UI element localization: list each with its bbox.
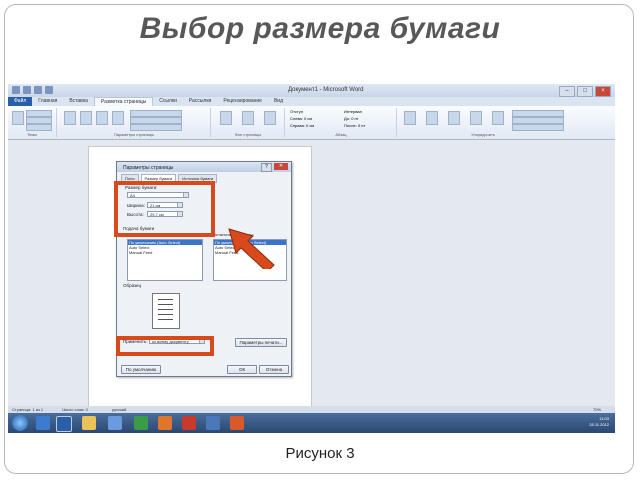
effects-icon[interactable] [26, 124, 52, 131]
group-label-themes: Темы [26, 132, 38, 137]
excel-icon[interactable] [134, 416, 148, 430]
ribbon: Темы Параметры страницы Фон страницы Отс… [8, 106, 615, 140]
ribbon-tabs: Файл Главная Вставка Разметка страницы С… [8, 97, 615, 106]
word-doc-icon[interactable] [206, 416, 220, 430]
list-item[interactable]: Manual Feed [128, 250, 202, 255]
group-arrange: Упорядочить [398, 108, 568, 137]
group-page-setup: Параметры страницы [58, 108, 211, 137]
word-icon[interactable] [12, 86, 20, 94]
zoom-level[interactable]: 70% [593, 407, 601, 412]
powerpoint-icon[interactable] [230, 416, 244, 430]
breaks-icon[interactable] [130, 110, 182, 117]
spacing-label: Интервал [344, 109, 362, 114]
group-label-page-setup: Параметры страницы [113, 132, 155, 137]
bring-forward-icon[interactable] [448, 111, 460, 125]
status-bar: Страница: 1 из 1 Число слов: 0 русский 7… [8, 406, 615, 413]
tab-references[interactable]: Ссылки [153, 97, 183, 106]
undo-icon[interactable] [34, 86, 42, 94]
colors-icon[interactable] [26, 110, 52, 117]
size-icon[interactable] [96, 111, 108, 125]
wrap-text-icon[interactable] [426, 111, 438, 125]
fonts-icon[interactable] [26, 117, 52, 124]
tab-insert[interactable]: Вставка [63, 97, 94, 106]
word-count: Число слов: 0 [62, 407, 88, 412]
firefox-icon[interactable] [158, 416, 172, 430]
group-label-page-background: Фон страницы [234, 132, 262, 137]
app-icon[interactable] [182, 416, 196, 430]
folder-icon[interactable] [82, 416, 96, 430]
orientation-icon[interactable] [80, 111, 92, 125]
word-screenshot: Документ1 - Microsoft Word – □ × Файл Гл… [8, 84, 615, 433]
align-icon[interactable] [512, 110, 564, 117]
window-titlebar: Документ1 - Microsoft Word – □ × [8, 84, 615, 97]
minimize-button[interactable]: – [559, 86, 575, 97]
themes-icon[interactable] [12, 111, 24, 125]
dialog-close-button[interactable]: ✕ [274, 163, 288, 170]
position-icon[interactable] [404, 111, 416, 125]
group-label-paragraph: Абзац [335, 132, 347, 137]
tab-page-layout[interactable]: Разметка страницы [93, 97, 154, 106]
first-page-list[interactable]: По умолчанию (Auto Select) Auto Select M… [127, 239, 203, 281]
group-page-background: Фон страницы [212, 108, 285, 137]
page-color-icon[interactable] [242, 111, 254, 125]
spacing-before[interactable]: До: 0 пт [344, 116, 359, 121]
tab-review[interactable]: Рецензирование [217, 97, 268, 106]
set-default-button[interactable]: По умолчанию [121, 365, 161, 374]
preview-label: Образец [123, 283, 142, 288]
cancel-button[interactable]: Отмена [259, 365, 289, 374]
slide-title: Выбор размера бумаги [139, 12, 501, 45]
tab-view[interactable]: Вид [268, 97, 289, 106]
indent-right[interactable]: Справа: 0 см [290, 123, 314, 128]
dialog-title: Параметры страницы [123, 165, 174, 171]
group-paragraph: Отступ Слева: 0 см Справа: 0 см Интервал… [286, 108, 397, 137]
paper-size-highlight [114, 181, 215, 237]
close-button[interactable]: × [595, 86, 611, 97]
start-button[interactable] [12, 415, 28, 431]
columns-icon[interactable] [112, 111, 124, 125]
language-indicator[interactable]: русский [112, 407, 126, 412]
tab-file[interactable]: Файл [8, 97, 33, 106]
system-clock[interactable]: 11:03 28.11.2012 [589, 416, 609, 428]
maximize-button[interactable]: □ [577, 86, 593, 97]
group-label-arrange: Упорядочить [471, 132, 495, 137]
dialog-titlebar: Параметры страницы ? ✕ [117, 162, 291, 172]
media-icon[interactable] [108, 416, 122, 430]
line-numbers-icon[interactable] [130, 117, 182, 124]
figure-caption: Рисунок 3 [285, 445, 355, 462]
page-preview [152, 293, 180, 329]
quick-access-toolbar [12, 86, 53, 94]
ok-button[interactable]: ОК [227, 365, 257, 374]
page-count: Страница: 1 из 1 [12, 407, 44, 412]
indent-label: Отступ [290, 109, 303, 114]
window-controls: – □ × [559, 86, 611, 97]
group-themes: Темы [8, 108, 57, 137]
explorer-icon[interactable] [36, 416, 50, 430]
print-options-button[interactable]: Параметры печати... [235, 338, 287, 347]
tab-home[interactable]: Главная [32, 97, 63, 106]
watermark-icon[interactable] [220, 111, 232, 125]
apply-to-highlight [116, 336, 214, 356]
window-title: Документ1 - Microsoft Word [288, 87, 364, 93]
margins-icon[interactable] [64, 111, 76, 125]
tab-mailings[interactable]: Рассылки [183, 97, 217, 106]
hyphenation-icon[interactable] [130, 124, 182, 131]
redo-icon[interactable] [45, 86, 53, 94]
rotate-icon[interactable] [512, 124, 564, 131]
group-icon[interactable] [512, 117, 564, 124]
spacing-after[interactable]: После: 0 пт [344, 123, 365, 128]
indent-left[interactable]: Слева: 0 см [290, 116, 312, 121]
page-borders-icon[interactable] [264, 111, 276, 125]
word-taskbar-icon[interactable] [56, 416, 72, 432]
clock-date: 28.11.2012 [589, 422, 609, 427]
save-icon[interactable] [23, 86, 31, 94]
windows-taskbar: 11:03 28.11.2012 [8, 413, 615, 433]
arrow-icon [228, 228, 275, 269]
selection-pane-icon[interactable] [492, 111, 504, 125]
send-backward-icon[interactable] [470, 111, 482, 125]
help-icon[interactable]: ? [261, 163, 272, 172]
